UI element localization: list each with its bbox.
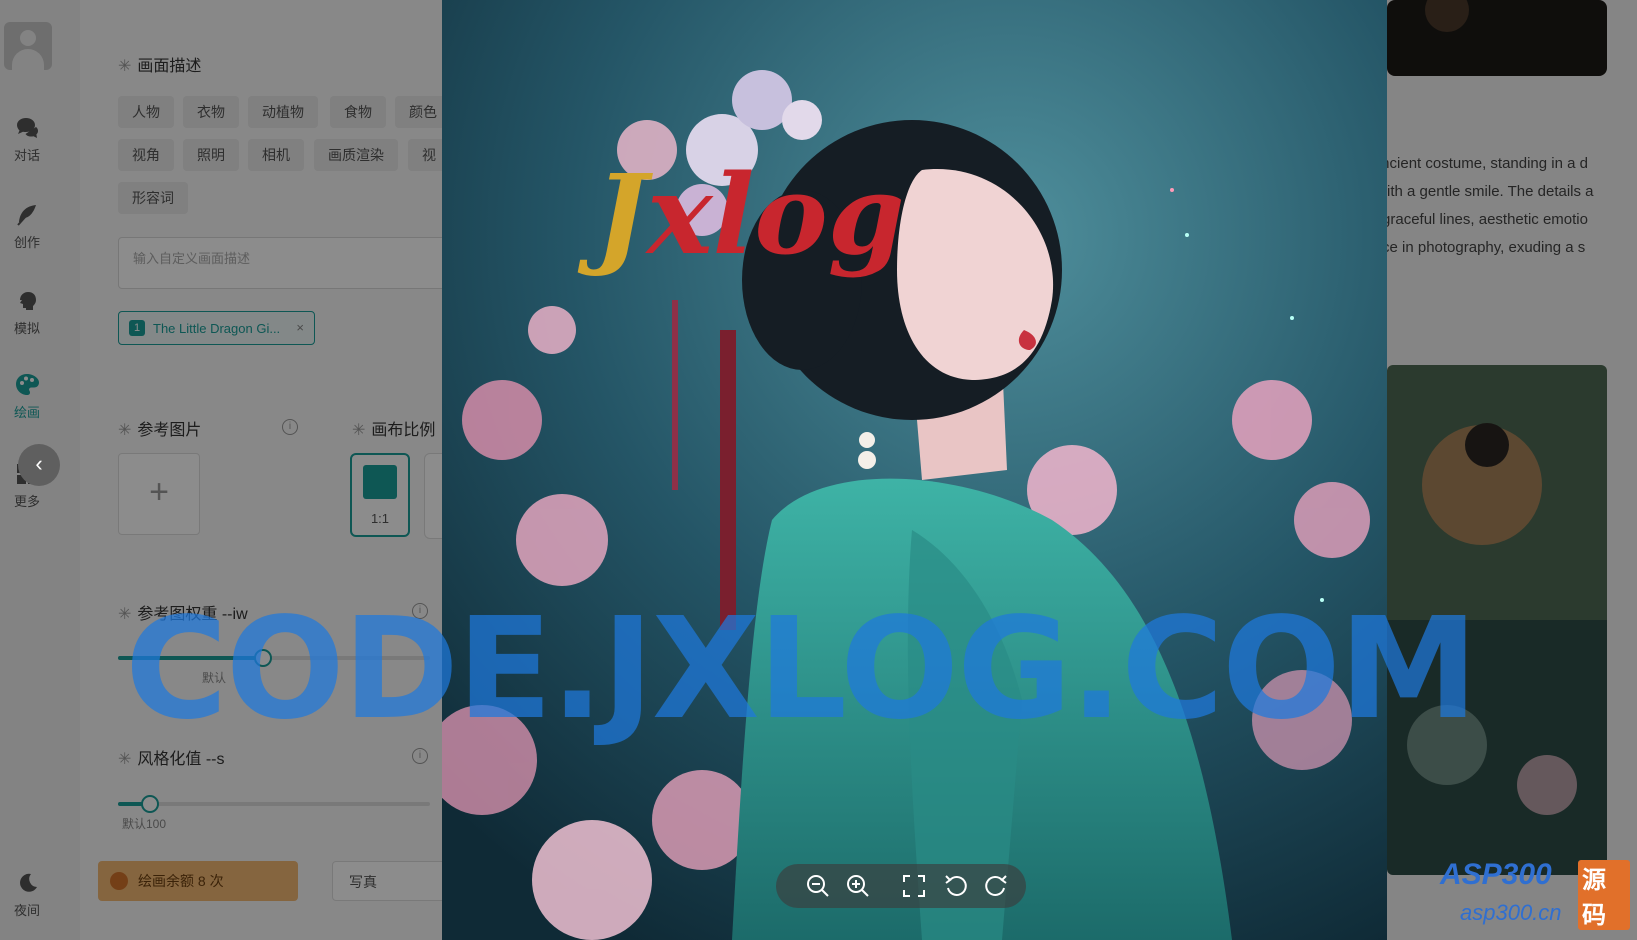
watermark-logo: Jxlog [595, 150, 905, 279]
collapse-sidebar-button[interactable]: ‹ [18, 444, 60, 486]
image-preview[interactable] [442, 0, 1387, 940]
rotate-left-icon[interactable] [942, 872, 970, 900]
image-viewer-toolbar [776, 864, 1026, 908]
zoom-in-icon[interactable] [844, 872, 872, 900]
zoom-out-icon[interactable] [804, 872, 832, 900]
preview-image [442, 0, 1387, 940]
corner-watermark-badge: ASP300 源码 asp300.cn [1440, 858, 1630, 934]
rotate-right-icon[interactable] [982, 872, 1010, 900]
fullscreen-icon[interactable] [900, 872, 928, 900]
watermark-text: CODE.JXLOG.COM [125, 588, 1478, 751]
